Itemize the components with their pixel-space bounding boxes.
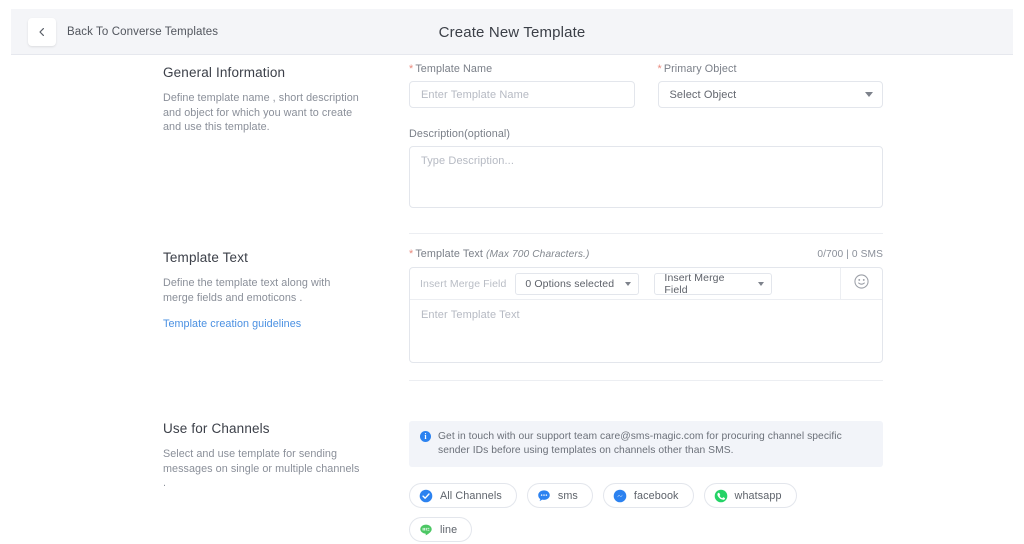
channel-chip-label: facebook [633,489,679,502]
page-title: Create New Template [438,23,586,41]
required-asterisk: * [409,248,414,260]
channel-chip-sms[interactable]: sms [526,483,593,509]
required-asterisk: * [409,63,414,75]
general-information-fields: * Template Name Enter Template Name * Prim… [409,63,883,208]
channel-chip-line[interactable]: line [409,517,473,543]
chevron-down-icon [758,281,765,286]
general-information-info: General Information Define template name… [163,65,363,135]
general-information-title: General Information [163,65,286,80]
template-name-label: * Template Name [409,63,635,75]
primary-object-select[interactable]: Select Object [657,81,883,108]
use-for-channels-description: Select and use template for sending mess… [163,448,360,490]
template-creation-guidelines-link[interactable]: Template creation guidelines [163,318,301,330]
primary-object-field-group: * Primary Object Select Object [657,63,884,108]
channel-chip-list: All Channels sms facebook whatsapp line [409,483,883,543]
channel-chip-facebook[interactable]: facebook [602,483,694,509]
page-header: Back To Converse Templates Create New Te… [11,9,1013,55]
facebook-messenger-icon [613,489,627,503]
character-counter: 0/700 | 0 SMS [817,249,883,260]
primary-object-label-text: Primary Object [663,63,737,75]
support-info-banner: i Get in touch with our support team car… [409,421,883,468]
template-text-description: Define the template text along with merg… [163,277,331,304]
chevron-down-icon [625,281,632,286]
line-icon [419,523,433,537]
template-text-editor: Insert Merge Field 0 Options selected In… [409,267,883,363]
channels-group: i Get in touch with our support team car… [409,421,883,544]
template-text-header: * Template Text (Max 700 Characters.) 0/70… [409,248,883,260]
insert-merge-field-dropdown[interactable]: Insert Merge Field [654,271,773,296]
required-asterisk: * [657,63,662,75]
description-label: Description(optional) [409,128,511,140]
primary-object-label: * Primary Object [658,63,884,75]
template-text-title: Template Text [163,250,248,265]
channel-chip-whatsapp[interactable]: whatsapp [703,483,797,509]
check-circle-icon [419,489,433,503]
template-name-input[interactable]: Enter Template Name [409,81,635,108]
channel-chip-label: sms [557,489,578,502]
editor-toolbar: Insert Merge Field 0 Options selected In… [410,268,882,300]
channel-chip-all-channels[interactable]: All Channels [409,483,517,509]
template-name-label-text: Template Name [415,63,493,75]
template-name-field-group: * Template Name Enter Template Name [409,63,635,108]
template-text-info: Template Text Define the template text a… [163,250,363,332]
template-text-editor-group: * Template Text (Max 700 Characters.) 0/70… [409,248,883,363]
section-divider-1 [409,233,883,234]
section-divider-2 [409,380,883,381]
options-selected-value: 0 Options selected [525,277,615,290]
insert-merge-field-value: Insert Merge Field [664,271,725,296]
description-textarea[interactable]: Type Description... [409,146,883,208]
insert-merge-field-label: Insert Merge Field [420,277,507,290]
template-text-field-label: * Template Text (Max 700 Characters.) [409,248,589,260]
info-icon: i [420,431,431,442]
general-information-description: Define template name , short description… [163,92,359,134]
emoji-smiley-icon [854,273,869,294]
whatsapp-icon [714,489,728,503]
page-content: General Information Define template name… [0,55,1024,544]
chevron-down-icon [865,92,873,97]
create-template-page: Back To Converse Templates Create New Te… [0,0,1024,544]
channel-chip-label: line [440,523,458,536]
options-selected-dropdown[interactable]: 0 Options selected [515,272,640,295]
template-text-label-text: Template Text [415,248,484,260]
template-text-max-chars-note: (Max 700 Characters.) [486,249,590,260]
use-for-channels-info: Use for Channels Select and use template… [163,421,363,491]
emoji-picker-button[interactable] [840,268,882,299]
primary-object-selected-value: Select Object [669,88,737,101]
sms-chat-icon [537,489,551,503]
channel-chip-row-1: All Channels sms facebook whatsapp [409,483,883,509]
channel-chip-label: All Channels [440,489,502,502]
channel-chip-label: whatsapp [734,489,782,502]
channel-chip-row-2: line [409,517,883,543]
support-info-text: Get in touch with our support team care@… [438,431,842,456]
description-field-group: Description(optional) Type Description..… [409,128,883,208]
use-for-channels-title: Use for Channels [163,421,270,436]
template-text-input[interactable]: Enter Template Text [410,300,882,362]
